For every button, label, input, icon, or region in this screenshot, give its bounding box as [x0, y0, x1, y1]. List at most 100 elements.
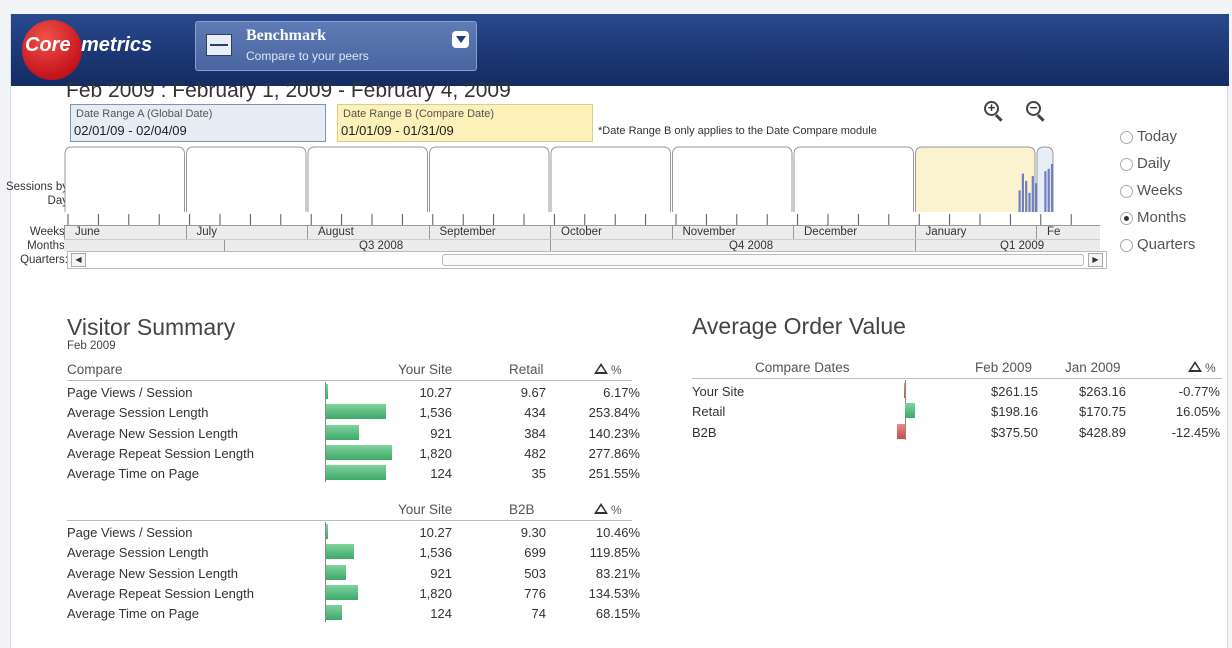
months-row-label: Months:	[27, 240, 68, 252]
timeline-month-segment[interactable]	[186, 146, 307, 212]
your-site-value: 124	[430, 606, 452, 622]
sessions-bar	[1035, 183, 1038, 212]
date-range-a-field[interactable]: Date Range A (Global Date) 02/01/09 - 02…	[70, 104, 326, 142]
aov-delta-bar	[904, 383, 905, 398]
your-site-value: 1,536	[419, 545, 452, 561]
your-site-value: 921	[430, 565, 452, 581]
scroll-left-icon[interactable]: ◀	[71, 253, 86, 267]
aov-jan-value: $428.89	[1079, 424, 1126, 440]
timeline-month-label[interactable]: December	[804, 226, 857, 238]
sessions-bar	[1047, 168, 1050, 212]
month-separator	[307, 226, 308, 239]
delta-unit: %	[611, 503, 622, 517]
delta-bar	[326, 564, 346, 580]
delta-icon	[1188, 361, 1202, 372]
table-row: Page Views / Session 10.27 9.30 10.46%	[57, 522, 640, 542]
timeline-month-labels: June July August September October November De…	[64, 226, 1100, 239]
timeline-month-segments[interactable]	[64, 146, 1100, 212]
month-separator	[793, 226, 794, 239]
timeline-month-segment[interactable]	[550, 146, 671, 212]
visitor-summary-title: Visitor Summary	[67, 314, 236, 340]
radio-icon[interactable]	[1120, 131, 1133, 144]
delta-value: 277.86%	[588, 445, 640, 461]
month-separator	[428, 226, 430, 239]
scrollbar-thumb[interactable]	[442, 254, 1084, 266]
peer-value: 384	[524, 425, 546, 441]
timeline-month-label[interactable]: January	[926, 226, 967, 238]
radio-icon[interactable]	[1120, 185, 1133, 198]
timeline-month-segment[interactable]	[672, 146, 793, 212]
timeline-scrollbar[interactable]: ◀ ▶	[67, 251, 1107, 269]
timeline-month-label[interactable]: October	[561, 226, 602, 238]
timeline-month-label[interactable]: Fe	[1047, 226, 1060, 238]
your-site-value: 1,820	[419, 585, 452, 601]
month-separator	[64, 226, 65, 239]
delta-icon	[594, 503, 608, 514]
benchmark-icon	[206, 34, 232, 56]
visitor-summary-table-retail: Compare Your Site Retail% Page Views / Sess…	[57, 360, 640, 490]
radio-icon[interactable]	[1120, 158, 1133, 171]
visitor-summary-table-b2b: Your Site B2B% Page Views / Session 10.27 9.…	[57, 500, 640, 630]
aov-delta-bar	[897, 423, 905, 439]
timeline-month-segment[interactable]	[429, 146, 550, 212]
metric-name: Average Session Length	[67, 545, 209, 561]
your-site-value: 10.27	[419, 385, 452, 400]
date-range-a-label: Date Range A (Global Date)	[76, 108, 213, 120]
radio-icon[interactable]	[1120, 239, 1133, 252]
aov-row: Your Site $261.15 $263.16 -0.77%	[692, 381, 1222, 401]
delta-bar	[326, 605, 343, 621]
aov-feb-value: $198.16	[991, 404, 1038, 420]
aov-header-compare-dates: Compare Dates	[755, 360, 850, 375]
date-range-a-value: 02/01/09 - 02/04/09	[74, 123, 187, 138]
table-header-peer: B2B	[509, 502, 535, 517]
your-site-value: 921	[430, 425, 452, 441]
delta-bar	[326, 424, 360, 440]
peer-value: 699	[524, 545, 546, 561]
visitor-summary-period: Feb 2009	[67, 340, 116, 352]
timeline-month-segment[interactable]	[915, 146, 1036, 212]
sessions-bar	[1050, 164, 1054, 212]
aov-title: Average Order Value	[692, 313, 906, 339]
timeline-month-label[interactable]: November	[683, 226, 736, 238]
radio-selected-icon[interactable]	[1120, 212, 1133, 225]
timeline-month-segment[interactable]	[793, 146, 914, 212]
delta-unit: %	[1205, 361, 1216, 375]
scroll-right-icon[interactable]: ▶	[1088, 253, 1103, 267]
top-bar: Core metrics Benchmark Compare to your p…	[11, 14, 1229, 86]
timeline-month-segment[interactable]	[64, 146, 185, 212]
delta-value: 134.53%	[588, 585, 640, 601]
chevron-down-icon[interactable]	[452, 31, 469, 48]
zoom-out-icon[interactable]: −	[1026, 100, 1048, 123]
logo-metrics-text: metrics	[81, 34, 153, 56]
table-header-delta: %	[594, 502, 622, 517]
month-separator	[671, 226, 673, 239]
quarters-row-label: Quarters:	[20, 254, 68, 266]
delta-bar	[326, 404, 387, 420]
date-range-b-field[interactable]: Date Range B (Compare Date) 01/01/09 - 0…	[337, 104, 593, 142]
date-range-b-value: 01/01/09 - 01/31/09	[341, 123, 454, 138]
weeks-row-label: Weeks:	[29, 226, 68, 238]
peer-value: 503	[524, 565, 546, 581]
your-site-value: 1,820	[419, 445, 452, 461]
timeline-month-label[interactable]: June	[75, 226, 100, 238]
delta-value: 68.15%	[595, 606, 640, 622]
timeline-month-label[interactable]: September	[440, 226, 496, 238]
aov-row-name: Retail	[692, 404, 726, 420]
timeline[interactable]: June July August September October November De…	[64, 146, 1100, 259]
table-row: Average Time on Page 124 74 68.15%	[57, 603, 640, 623]
sessions-bar	[1044, 171, 1047, 212]
timeline-month-label[interactable]: July	[197, 226, 217, 238]
peer-value: 74	[531, 606, 546, 622]
aov-row: Retail $198.16 $170.75 16.05%	[692, 401, 1222, 421]
aov-feb-value: $261.15	[991, 384, 1038, 399]
zoom-in-icon[interactable]: +	[984, 100, 1006, 123]
month-separator	[914, 226, 916, 239]
granularity-months-label: Months	[1137, 209, 1187, 226]
table-row: Average Repeat Session Length 1,820 776 134…	[57, 583, 640, 603]
sessions-bar	[1025, 180, 1028, 212]
table-row: Average Session Length 1,536 699 119.85%	[57, 542, 640, 562]
timeline-month-segment[interactable]	[307, 146, 428, 212]
sessions-bar	[1031, 176, 1034, 212]
report-selector[interactable]: Benchmark Compare to your peers	[195, 21, 477, 71]
timeline-month-label[interactable]: August	[318, 226, 354, 238]
